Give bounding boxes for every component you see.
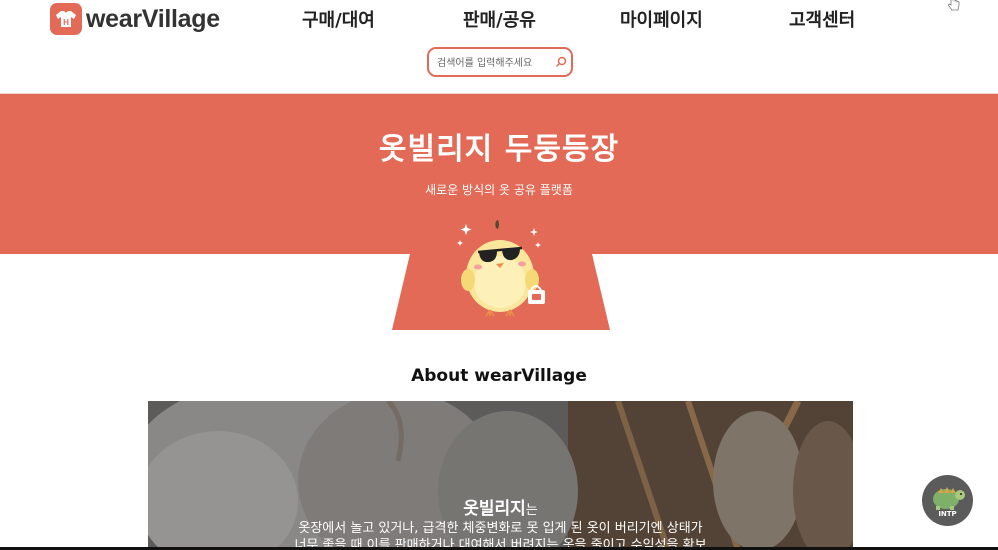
nav-mypage[interactable]: 마이페이지 <box>620 6 703 32</box>
nav-sell-share[interactable]: 판매/공유 <box>463 6 536 32</box>
nav-buy-rent[interactable]: 구매/대여 <box>302 6 375 32</box>
chick-mascot <box>457 220 545 317</box>
turtle-icon <box>933 487 965 510</box>
badge-label: INTP <box>938 510 957 518</box>
about-photo: 옷빌리지는 옷장에서 놀고 있거나, 급격한 체중변화로 못 입게 된 옷이 버… <box>148 401 853 550</box>
nav-customer-center[interactable]: 고객센터 <box>789 6 855 32</box>
search-icon[interactable] <box>555 56 567 68</box>
photo-heading-suffix: 는 <box>525 503 538 518</box>
logo-shirt-icon: H <box>50 3 82 35</box>
search-box[interactable] <box>427 47 573 77</box>
photo-heading-brand: 옷빌리지 <box>463 499 526 519</box>
photo-heading: 옷빌리지는 <box>148 494 853 519</box>
about-title: About wearVillage <box>411 366 587 386</box>
intp-avatar: INTP <box>922 475 973 526</box>
site-logo[interactable]: H wearVillage <box>50 2 220 36</box>
banner-subtitle: 새로운 방식의 옷 공유 플랫폼 <box>425 183 573 197</box>
svg-text:H: H <box>63 18 69 27</box>
banner-title: 옷빌리지 두둥등장 <box>378 132 620 167</box>
search-input[interactable] <box>437 54 547 72</box>
logo-text: wearVillage <box>86 4 220 33</box>
hand-cursor-icon <box>948 0 960 11</box>
